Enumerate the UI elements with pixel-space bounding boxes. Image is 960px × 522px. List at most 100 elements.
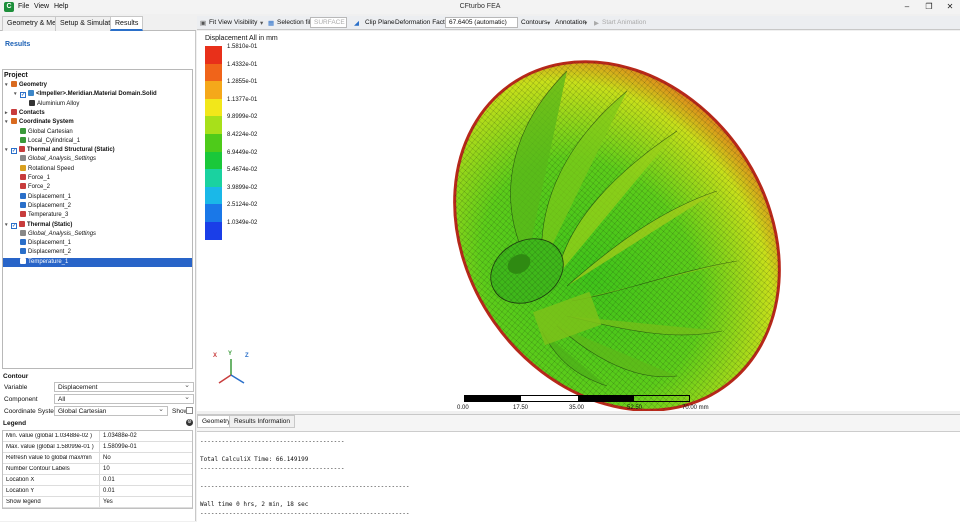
variable-select[interactable]: Displacement: [54, 381, 194, 392]
log-line: ----------------------------------------…: [200, 483, 410, 490]
impeller-model[interactable]: [197, 31, 960, 411]
scale-tick-1: 17.50: [513, 405, 529, 411]
axis-x-label: X: [213, 353, 218, 359]
tree-item[interactable]: Local_Cylindrical_1: [14, 136, 192, 146]
legend-settings-icon[interactable]: ⚙: [186, 419, 193, 426]
settings-icon: [20, 155, 26, 162]
legend-value[interactable]: Yes: [99, 497, 194, 507]
tree-item[interactable]: Rotational Speed: [14, 164, 192, 174]
tree-item[interactable]: Global_Analysis_Settings: [14, 155, 192, 164]
coordinate-label: Coordinate System: [4, 408, 60, 415]
log-line: ----------------------------------------: [200, 438, 345, 445]
tree-item[interactable]: ▸ Contacts: [5, 108, 192, 118]
coordinate-row: Coordinate System Global Cartesian Show: [2, 405, 193, 417]
legend-row: Location X 0.01: [3, 475, 192, 486]
coordinate-icon: [11, 118, 17, 125]
solid-icon: [28, 90, 34, 97]
tree-item-label: Temperature_1: [28, 258, 69, 265]
geometry-icon: [11, 81, 17, 87]
tree-item[interactable]: Aluminium Alloy: [23, 99, 192, 109]
legend-title: Legend: [3, 420, 27, 427]
tree-item[interactable]: ▾ ✓ Thermal and Structural (Static): [5, 146, 192, 155]
tree-item[interactable]: Force_2: [14, 183, 192, 192]
tab-results[interactable]: Results: [110, 16, 144, 31]
tree-item[interactable]: ▾ ✓ <Impeller>.Meridian.Material Domain.So…: [14, 90, 192, 99]
visibility-chevron-icon: ▾: [260, 20, 264, 27]
visibility-checkbox[interactable]: ✓: [11, 222, 17, 229]
force-icon: [20, 174, 26, 180]
legend-key: Location Y: [6, 488, 35, 494]
contours-button[interactable]: Contours: [521, 19, 547, 26]
tree-item[interactable]: Temperature_3: [14, 211, 192, 220]
close-icon[interactable]: ✕: [943, 1, 957, 13]
log-line: ----------------------------------------: [200, 465, 345, 472]
legend-row: Location Y 0.01: [3, 486, 192, 497]
legend-value[interactable]: 10: [99, 464, 194, 474]
legend-value[interactable]: No: [99, 453, 194, 463]
component-select[interactable]: All: [54, 393, 194, 404]
displacement-icon: [20, 248, 26, 255]
show-checkbox[interactable]: [186, 407, 193, 414]
contacts-icon: [11, 108, 17, 115]
tree-item[interactable]: Displacement_1: [14, 192, 192, 202]
axis-y-label: Y: [228, 351, 233, 357]
clip-plane-icon[interactable]: ◢: [354, 19, 359, 27]
settings-icon: [20, 229, 26, 236]
3d-viewport[interactable]: Displacement All in mm 1.5810e-01 1.4332e…: [197, 31, 960, 411]
viewport-toolbar: ▣ Fit View Visibility ▾ ▦ Selection filt…: [197, 16, 960, 30]
tree-item[interactable]: Global Cartesian: [14, 127, 192, 137]
legend-key: Refresh value to global max/min: [6, 455, 92, 461]
fit-view-button[interactable]: Fit View: [209, 19, 232, 26]
tree-item-label: Global Cartesian: [28, 128, 73, 135]
visibility-checkbox[interactable]: ✓: [11, 148, 17, 155]
tree-item[interactable]: Displacement_1: [14, 239, 192, 248]
tree-item-label: Displacement_1: [28, 193, 72, 200]
legend-key: Number Contour Labels: [6, 466, 70, 472]
displacement-icon: [20, 201, 26, 208]
legend-row: Refresh value to global max/min No: [3, 453, 192, 464]
tree-item[interactable]: Force_1: [14, 174, 192, 183]
analysis-icon: [19, 220, 25, 227]
scale-bar: [464, 395, 690, 402]
deformation-factor-select[interactable]: 67.6405 (automatic): [445, 17, 518, 28]
deformation-factor-label: Deformation Factor: [395, 19, 451, 26]
scale-tick-0: 0.00: [457, 405, 469, 411]
tree-item-label: Global_Analysis_Settings: [28, 156, 97, 163]
maximize-icon[interactable]: ❐: [922, 1, 936, 13]
clip-plane-button[interactable]: Clip Plane: [365, 19, 395, 26]
selection-filter-select[interactable]: SURFACE: [310, 17, 347, 28]
fit-view-icon[interactable]: ▣: [200, 19, 206, 27]
start-animation-button[interactable]: Start Animation: [602, 19, 646, 26]
tree-item[interactable]: ▾ Geometry: [5, 81, 192, 90]
tree-item[interactable]: Displacement_2: [14, 248, 192, 257]
tree-item[interactable]: Temperature_1: [3, 257, 192, 267]
tab-results-information[interactable]: Results Information: [229, 415, 295, 428]
tree-item[interactable]: ▾ Coordinate System: [5, 118, 192, 127]
axis-z-label: Z: [245, 353, 249, 359]
component-row: Component All: [2, 393, 194, 405]
visibility-checkbox[interactable]: ✓: [20, 92, 26, 99]
tree-item[interactable]: ▾ ✓ Thermal (Static): [5, 220, 192, 230]
tree-item[interactable]: Displacement_2: [14, 201, 192, 211]
project-title: Project: [4, 72, 28, 79]
log-line: ----------------------------------------…: [200, 510, 410, 517]
legend-value[interactable]: 0.01: [99, 486, 194, 496]
tree-item-label: Local_Cylindrical_1: [28, 137, 81, 144]
legend-value[interactable]: 0.01: [99, 475, 194, 485]
axis-icon: [20, 127, 26, 134]
visibility-button[interactable]: Visibility: [234, 19, 257, 26]
tree-item-label: Thermal (Static): [27, 221, 73, 228]
coordinate-select[interactable]: Global Cartesian: [54, 405, 168, 416]
tree-item-label: Thermal and Structural (Static): [27, 147, 115, 154]
legend-row: Show legend Yes: [3, 497, 192, 508]
results-heading: Results: [5, 41, 31, 48]
minimize-icon[interactable]: –: [900, 1, 914, 13]
tree-item[interactable]: Global_Analysis_Settings: [14, 229, 192, 239]
variable-row: Variable Displacement: [2, 381, 194, 393]
axis-triad: X Y Z: [211, 351, 251, 389]
legend-value[interactable]: 1.03488e-02: [99, 431, 194, 441]
annotation-button[interactable]: Annotation: [555, 19, 586, 26]
output-panel: Geometry Results Information -----------…: [197, 414, 960, 522]
scale-tick-4: 70.00 mm: [682, 405, 709, 411]
legend-value[interactable]: 1.58099e-01: [99, 442, 194, 452]
